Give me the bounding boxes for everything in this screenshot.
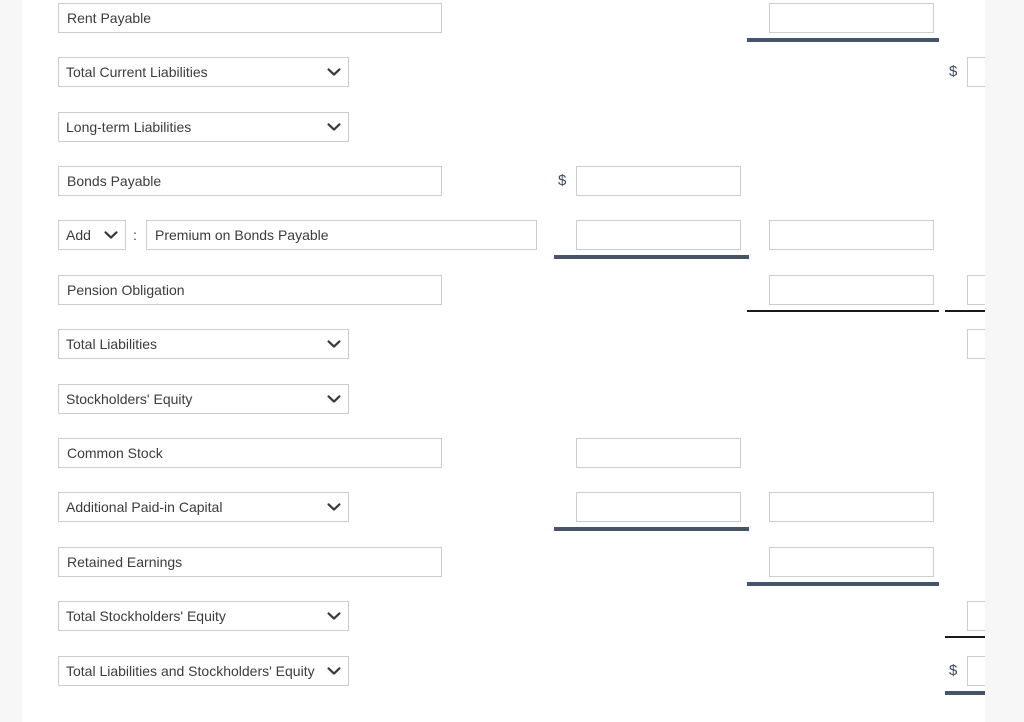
amount-input-premium-on-bonds-payable-cola[interactable] — [576, 220, 741, 250]
amount-input-retained-earnings-colb[interactable] — [769, 547, 934, 577]
amount-input-total-liabilities-and-stockholders-equity-colc[interactable] — [967, 656, 985, 686]
chevron-down-icon — [327, 113, 341, 141]
line-item-label-common-stock[interactable] — [58, 438, 442, 468]
total-rule-rent-payable-colb — [747, 38, 939, 42]
currency-symbol: $ — [949, 662, 958, 679]
amount-input-rent-payable-colb[interactable] — [769, 3, 934, 33]
amount-input-bonds-payable-cola[interactable] — [576, 166, 741, 196]
line-item-label-premium-on-bonds-payable[interactable] — [146, 220, 537, 250]
line-item-select-value: Long-term Liabilities — [66, 119, 192, 135]
chevron-down-icon — [104, 221, 118, 249]
total-rule-pension-obligation-colc — [945, 310, 985, 312]
line-item-select-total-liabilities-and-stockholders-equity[interactable]: Total Liabilities and Stockholders' Equi… — [58, 656, 349, 686]
amount-input-premium-on-bonds-payable-colb[interactable] — [769, 220, 934, 250]
form-viewport: Total Current Liabilities $ Long-term Liab… — [0, 0, 1024, 722]
total-rule-pension-obligation-colb — [747, 310, 939, 312]
line-item-label-pension-obligation[interactable] — [58, 275, 442, 305]
adjustment-type-select-premium-on-bonds-payable[interactable]: Add — [58, 220, 126, 250]
chevron-down-icon — [327, 385, 341, 413]
left-gutter — [0, 0, 22, 722]
line-item-select-value: Additional Paid-in Capital — [66, 499, 223, 515]
total-rule-premium-on-bonds-payable-cola — [554, 255, 749, 259]
chevron-down-icon — [327, 602, 341, 630]
total-rule-retained-earnings-colb — [747, 582, 939, 586]
chevron-down-icon — [327, 657, 341, 685]
line-item-label-retained-earnings[interactable] — [58, 547, 442, 577]
line-item-select-value: Total Liabilities — [66, 336, 158, 352]
total-rule-total-liabilities-and-stockholders-equity-colc — [945, 691, 985, 695]
total-rule-total-stockholders-equity-colc — [945, 636, 985, 638]
currency-symbol: $ — [558, 172, 567, 189]
amount-input-common-stock-cola[interactable] — [576, 438, 741, 468]
amount-input-additional-paid-in-capital-cola[interactable] — [576, 492, 741, 522]
amount-input-total-liabilities-colc[interactable] — [967, 329, 985, 359]
right-gutter — [985, 0, 1024, 722]
line-item-select-stockholders-equity[interactable]: Stockholders' Equity — [58, 384, 349, 414]
currency-symbol: $ — [949, 63, 958, 80]
colon-separator: : — [133, 227, 137, 243]
line-item-select-value: Total Stockholders' Equity — [66, 608, 226, 624]
chevron-down-icon — [327, 330, 341, 358]
total-rule-additional-paid-in-capital-cola — [554, 527, 749, 531]
line-item-label-bonds-payable[interactable] — [58, 166, 442, 196]
amount-input-additional-paid-in-capital-colb[interactable] — [769, 492, 934, 522]
chevron-down-icon — [327, 58, 341, 86]
line-item-label-rent-payable[interactable] — [58, 3, 442, 33]
line-item-select-total-stockholders-equity[interactable]: Total Stockholders' Equity — [58, 601, 349, 631]
line-item-select-additional-paid-in-capital[interactable]: Additional Paid-in Capital — [58, 492, 349, 522]
adjustment-type-value: Add — [66, 227, 91, 243]
line-item-select-total-liabilities[interactable]: Total Liabilities — [58, 329, 349, 359]
amount-input-pension-obligation-colc[interactable] — [967, 275, 985, 305]
chevron-down-icon — [327, 493, 341, 521]
line-item-select-long-term-liabilities[interactable]: Long-term Liabilities — [58, 112, 349, 142]
line-item-select-value: Total Current Liabilities — [66, 64, 208, 80]
amount-input-pension-obligation-colb[interactable] — [769, 275, 934, 305]
line-item-select-total-current-liabilities[interactable]: Total Current Liabilities — [58, 57, 349, 87]
amount-input-total-current-liabilities-colc[interactable] — [967, 57, 985, 87]
balance-sheet-form: Total Current Liabilities $ Long-term Liab… — [22, 0, 985, 722]
line-item-select-value: Stockholders' Equity — [66, 391, 193, 407]
line-item-select-value: Total Liabilities and Stockholders' Equi… — [66, 663, 315, 679]
amount-input-total-stockholders-equity-colc[interactable] — [967, 601, 985, 631]
